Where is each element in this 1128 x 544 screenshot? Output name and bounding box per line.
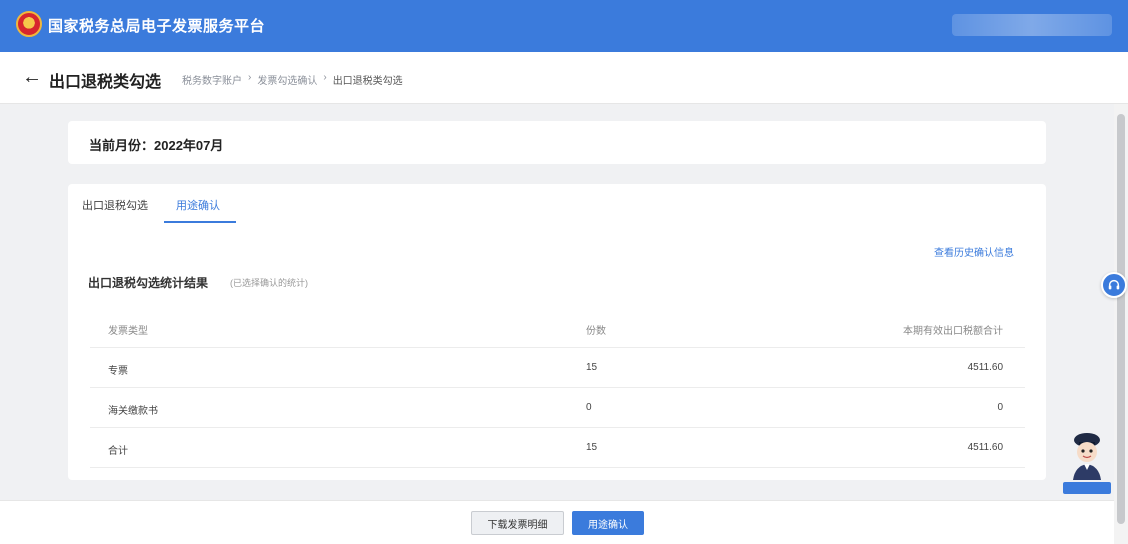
stats-table: 发票类型 份数 本期有效出口税额合计 专票 15 4511.60 海关缴款书 0…: [90, 308, 1025, 468]
confirmation-card: 出口退税勾选 用途确认 查看历史确认信息 出口退税勾选统计结果 (已选择确认的统…: [68, 184, 1046, 480]
column-header-count: 份数: [586, 326, 606, 337]
cell-invoice-type: 合计: [108, 446, 128, 457]
top-navigation-bar: 国家税务总局电子发票服务平台: [0, 0, 1128, 52]
current-month-label: 当前月份：2022年07月: [89, 138, 224, 153]
tax-emblem-icon: [16, 11, 42, 37]
breadcrumb-current: 出口退税类勾选: [332, 76, 403, 87]
vertical-scrollbar[interactable]: [1114, 104, 1128, 544]
breadcrumb-item[interactable]: 税务数字账户: [182, 72, 242, 87]
download-invoice-details-button[interactable]: 下载发票明细: [471, 511, 564, 535]
period-card: 当前月份：2022年07月: [68, 121, 1046, 164]
stats-note: (已选择确认的统计): [230, 278, 308, 288]
scrollbar-thumb[interactable]: [1117, 114, 1125, 524]
assistant-avatar-icon[interactable]: [1063, 430, 1111, 494]
cell-invoice-type: 专票: [108, 366, 128, 377]
back-arrow-icon[interactable]: ←: [22, 66, 42, 89]
cell-count: 0: [586, 402, 592, 413]
breadcrumb-item[interactable]: 发票勾选确认: [257, 72, 317, 87]
user-info-area[interactable]: [952, 14, 1112, 36]
cell-invoice-type: 海关缴款书: [108, 406, 158, 417]
column-header-tax-total: 本期有效出口税额合计: [903, 326, 1003, 337]
page-header: ← 出口退税类勾选 税务数字账户 › 发票勾选确认 › 出口退税类勾选: [0, 52, 1128, 104]
cell-count: 15: [586, 362, 598, 373]
table-row: 海关缴款书 0 0: [90, 388, 1025, 428]
headset-icon[interactable]: [1101, 272, 1127, 298]
breadcrumb-separator: ›: [323, 72, 327, 83]
headset-glyph: [1108, 279, 1120, 290]
tab-bar: 出口退税勾选 用途确认: [68, 184, 1046, 224]
table-header-row: 发票类型 份数 本期有效出口税额合计: [90, 308, 1025, 348]
tax-officer-mascot: [1073, 433, 1101, 480]
platform-name: 国家税务总局电子发票服务平台: [48, 18, 266, 35]
table-row: 专票 15 4511.60: [90, 348, 1025, 388]
tab-purpose-confirm[interactable]: 用途确认: [176, 197, 220, 213]
breadcrumb-separator: ›: [248, 72, 252, 83]
cell-tax-total: 0: [997, 402, 1003, 413]
table-row: 合计 15 4511.60: [90, 428, 1025, 468]
cell-tax-total: 4511.60: [967, 442, 1003, 453]
page-title: 出口退税类勾选: [49, 74, 162, 91]
view-history-link[interactable]: 查看历史确认信息: [934, 244, 1014, 259]
breadcrumb: 税务数字账户 › 发票勾选确认 › 出口退税类勾选: [182, 72, 403, 87]
assistant-badge: [1063, 482, 1111, 494]
confirm-purpose-button[interactable]: 用途确认: [572, 511, 644, 535]
column-header-invoice-type: 发票类型: [108, 326, 148, 337]
action-footer: 下载发票明细 用途确认: [0, 500, 1114, 544]
stats-title: 出口退税勾选统计结果: [88, 276, 209, 290]
active-tab-indicator: [164, 221, 236, 223]
tab-export-refund-select[interactable]: 出口退税勾选: [82, 197, 148, 213]
cell-tax-total: 4511.60: [967, 362, 1003, 373]
cell-count: 15: [586, 442, 598, 453]
